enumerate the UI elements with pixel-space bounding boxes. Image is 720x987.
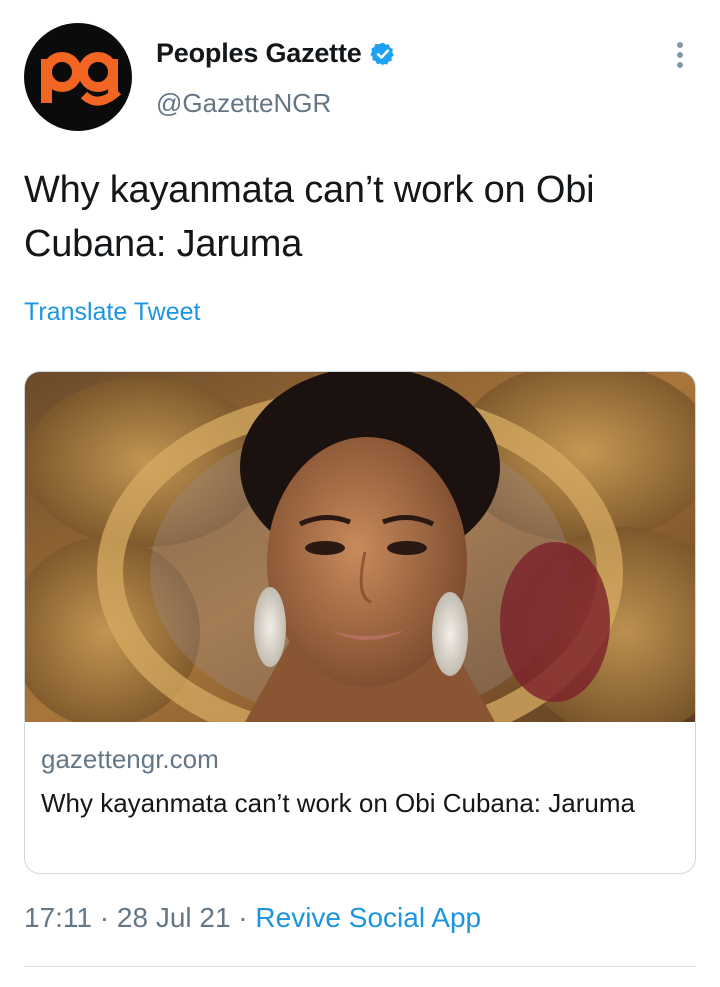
card-title: Why kayanmata can’t work on Obi Cubana: … [41,788,635,818]
source-app-link[interactable]: Revive Social App [255,902,481,933]
author-handle[interactable]: @GazetteNGR [156,88,331,119]
tweet-text: Why kayanmata can’t work on Obi Cubana: … [24,169,595,265]
tweet-time[interactable]: 17:11 [24,902,92,933]
meta-separator-2: · [230,902,256,933]
link-preview-card[interactable]: gazettengr.com Why kayanmata can’t work … [24,371,696,874]
more-vertical-icon[interactable] [666,40,694,72]
tweet-metadata: 17:11 · 28 Jul 21 · Revive Social App [24,902,481,934]
author-name[interactable]: Peoples Gazette [156,38,362,69]
peoples-gazette-logo [41,52,122,106]
meta-separator-1: · [92,902,117,933]
translate-tweet-link[interactable]: Translate Tweet [24,298,200,327]
article-image [25,372,695,722]
tweet-date[interactable]: 28 Jul 21 [117,902,231,933]
verified-badge-icon [369,41,396,67]
card-domain: gazettengr.com [41,744,219,774]
author-name-row: Peoples Gazette [156,38,396,69]
author-avatar[interactable] [24,23,132,131]
divider [24,966,696,967]
